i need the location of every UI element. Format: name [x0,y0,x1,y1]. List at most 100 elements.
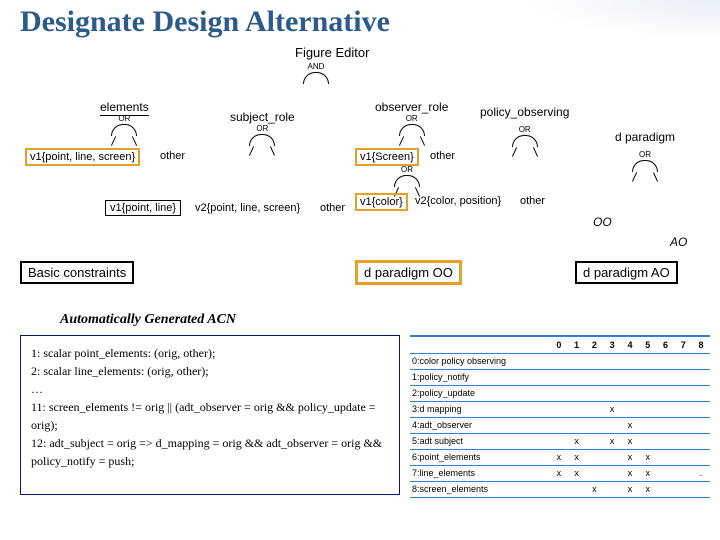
cell [674,385,692,401]
box-d-paradigm-oo: d paradigm OO [355,265,462,280]
col-header: 3 [603,337,621,353]
or-label: OR [392,165,422,174]
cell: x [568,449,586,465]
highlight-box: v1{point, line, screen} [25,148,140,166]
row-label: 8:screen_elements [410,481,550,497]
table-row: 4:adt_observerx [410,417,710,433]
col-header: 8 [692,337,710,353]
node-elements: elements OR [100,100,149,144]
cell [657,449,675,465]
node-policy-observing: policy_observing OR [480,105,569,155]
or-label: OR [375,114,448,123]
cell [692,369,710,385]
cell [568,369,586,385]
label-subject-role: subject_role [230,110,295,124]
leaf-ao: AO [670,235,687,249]
leaf-v2-cp: v2{color, position} [415,195,501,207]
cell: x [621,481,639,497]
cell [603,465,621,481]
leaf-v1-pls: v1{point, line, screen} [25,148,140,166]
cell [586,385,604,401]
cell [586,465,604,481]
cell [692,401,710,417]
cell [657,353,675,369]
cell [603,353,621,369]
cell [639,353,657,369]
acn-line-5: 12: adt_subject = orig => d_mapping = or… [31,434,389,470]
leaf-other-4: other [320,202,345,214]
cell [674,353,692,369]
cell [657,465,675,481]
and-gate-root: AND [303,62,329,84]
cell [639,433,657,449]
cell [603,385,621,401]
label-policy-observing: policy_observing [480,105,569,119]
arc-icon [111,124,137,136]
acn-code-box: 1: scalar point_elements: (orig, other);… [20,335,400,495]
cell: x [568,433,586,449]
cell [550,353,568,369]
cell: . [692,465,710,481]
cell: x [603,433,621,449]
cell [674,449,692,465]
cell [674,433,692,449]
tree-diagram: elements OR subject_role OR observer_rol… [0,100,720,310]
row-label: 1:policy_notify [410,369,550,385]
cell [657,385,675,401]
cell [674,417,692,433]
cell [692,417,710,433]
highlight-box: v1{Screen} [355,148,419,166]
node-subject-role: subject_role OR [230,110,295,154]
cell [621,353,639,369]
arc-icon [399,124,425,136]
page-title: Designate Design Alternative [20,5,390,38]
and-label: AND [303,62,329,71]
or-label: OR [480,125,569,134]
cell: x [568,465,586,481]
cell [568,385,586,401]
col-header: 0 [550,337,568,353]
leaf-other-1: other [160,150,185,162]
cell [621,385,639,401]
cell [639,369,657,385]
leaf-other-2: other [430,150,455,162]
table-row: 8:screen_elementsxxx [410,481,710,497]
leaf-v2-pls: v2{point, line, screen} [195,202,300,214]
cell [550,369,568,385]
cell [657,481,675,497]
node-observer-role: observer_role OR [375,100,448,144]
col-header: 7 [674,337,692,353]
cell [692,481,710,497]
table-row: 0:color policy observing [410,353,710,369]
table-row: 7:line_elementsxxxx. [410,465,710,481]
box-d-paradigm-ao: d paradigm AO [575,265,678,280]
cell [674,369,692,385]
leaf-other-3: other [520,195,545,207]
row-label: 2:policy_update [410,385,550,401]
cell [639,385,657,401]
cell [657,369,675,385]
acn-line-2: 2: scalar line_elements: (orig, other); [31,362,389,380]
cell [568,481,586,497]
row-label: 0:color policy observing [410,353,550,369]
cell [603,417,621,433]
d-paradigm-oo-label: d paradigm OO [355,260,462,285]
label-observer-role: observer_role [375,100,448,114]
cell: x [621,417,639,433]
acn-line-4: 11: screen_elements != orig || (adt_obse… [31,398,389,434]
label-d-paradigm: d paradigm [615,130,675,144]
cell [550,417,568,433]
table-row: 1:policy_notify [410,369,710,385]
row-label: 5:adt subject [410,433,550,449]
or-label: OR [615,150,675,159]
acn-heading: Automatically Generated ACN [60,312,236,328]
matrix-table: 012345678 0:color policy observing1:poli… [410,335,710,498]
cell [568,417,586,433]
cell [586,353,604,369]
figure-editor-root: Figure Editor [295,45,369,60]
decorative-gradient [520,0,720,40]
cell [692,449,710,465]
table-row: 3:d mappingx [410,401,710,417]
cell [586,369,604,385]
col-header: 1 [568,337,586,353]
